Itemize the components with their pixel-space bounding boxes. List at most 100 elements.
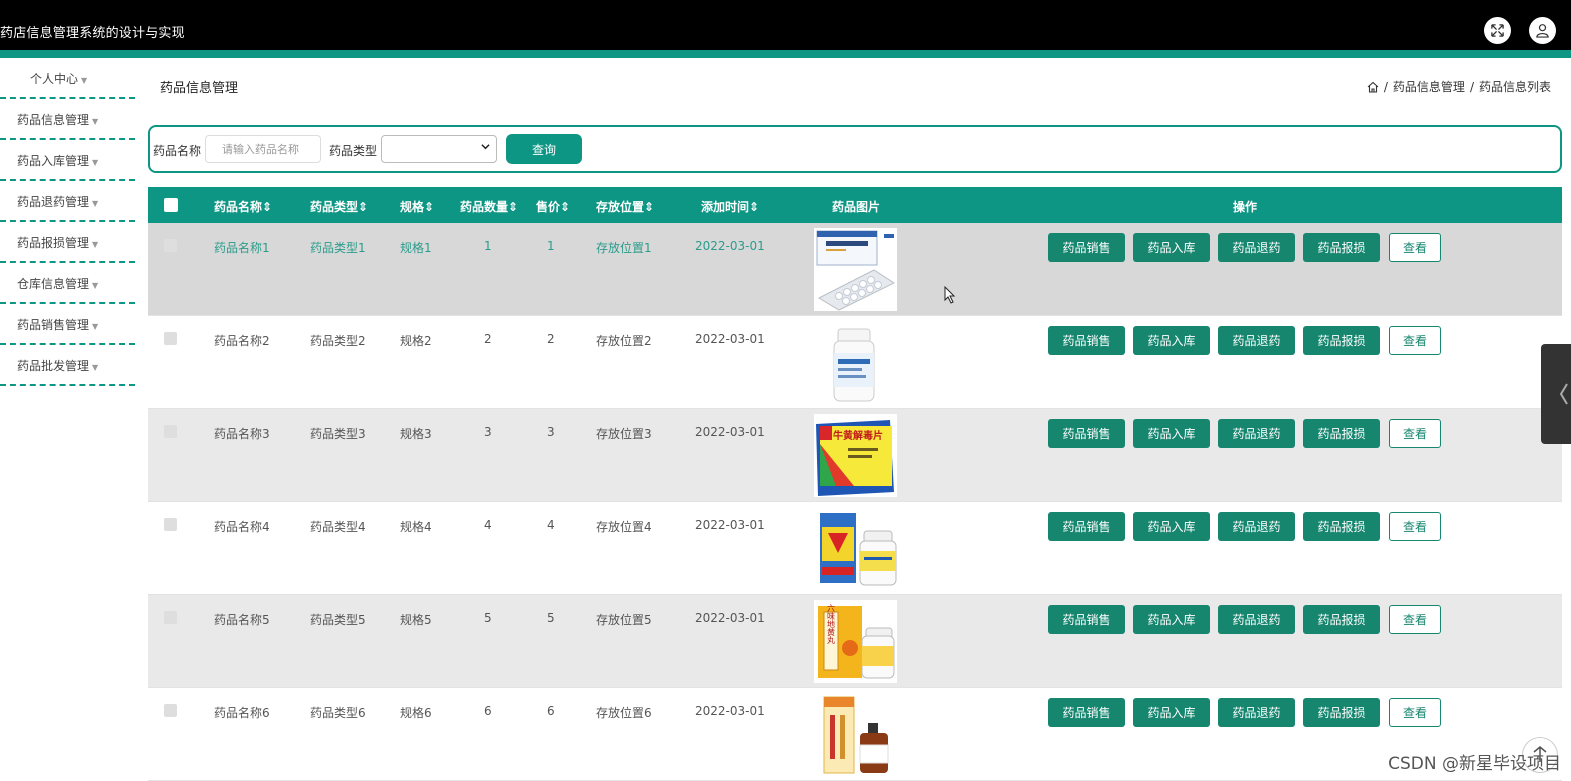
stock-in-button[interactable]: 药品入库 xyxy=(1133,419,1210,448)
return-button[interactable]: 药品退药 xyxy=(1218,419,1295,448)
damage-button[interactable]: 药品报损 xyxy=(1303,605,1380,634)
row-checkbox[interactable] xyxy=(164,518,177,531)
sidebar-item-warehouse[interactable]: 仓库信息管理 ▼ xyxy=(0,263,135,304)
drug-type-select[interactable] xyxy=(381,135,497,163)
cell-time: 2022-03-01 xyxy=(695,425,765,439)
view-button[interactable]: 查看 xyxy=(1389,605,1441,634)
cell-qty: 5 xyxy=(484,611,492,625)
home-icon[interactable] xyxy=(1367,81,1379,93)
return-button[interactable]: 药品退药 xyxy=(1218,233,1295,262)
column-header-image: 药品图片 xyxy=(832,200,881,214)
cell-type: 药品类型5 xyxy=(310,613,366,627)
row-checkbox[interactable] xyxy=(164,704,177,717)
damage-button[interactable]: 药品报损 xyxy=(1303,326,1380,355)
sidebar-item-label: 药品信息管理 xyxy=(17,113,90,127)
cell-price: 3 xyxy=(547,425,555,439)
sell-button[interactable]: 药品销售 xyxy=(1048,419,1125,448)
sidebar-item-personal-center[interactable]: 个人中心 ▼ xyxy=(0,58,135,99)
cell-qty: 1 xyxy=(484,239,492,253)
table-row[interactable]: 药品名称2 药品类型2 规格2 2 2 存放位置2 2022-03-01 药品销… xyxy=(148,316,1562,409)
table-row[interactable]: 药品名称6 药品类型6 规格6 6 6 存放位置6 2022-03-01 药品销… xyxy=(148,688,1562,781)
sidebar-item-drug-info[interactable]: 药品信息管理 ▼ xyxy=(0,99,135,140)
cell-time: 2022-03-01 xyxy=(695,611,765,625)
damage-button[interactable]: 药品报损 xyxy=(1303,698,1380,727)
cell-type: 药品类型6 xyxy=(310,706,366,720)
sort-icon: ⇕ xyxy=(749,200,760,214)
table-row[interactable]: 药品名称4 药品类型4 规格4 4 4 存放位置4 2022-03-01 药品销… xyxy=(148,502,1562,595)
view-button[interactable]: 查看 xyxy=(1389,233,1441,262)
row-checkbox[interactable] xyxy=(164,239,177,252)
sidebar-item-label: 药品批发管理 xyxy=(17,359,90,373)
table-row[interactable]: 药品名称3 药品类型3 规格3 3 3 存放位置3 2022-03-01 牛黄解… xyxy=(148,409,1562,502)
sell-button[interactable]: 药品销售 xyxy=(1048,233,1125,262)
caret-down-icon: ▼ xyxy=(92,363,99,372)
sell-button[interactable]: 药品销售 xyxy=(1048,512,1125,541)
column-header-spec[interactable]: 规格⇕ xyxy=(400,198,434,215)
sort-icon: ⇕ xyxy=(560,200,571,214)
stock-in-button[interactable]: 药品入库 xyxy=(1133,605,1210,634)
stock-in-button[interactable]: 药品入库 xyxy=(1133,326,1210,355)
sidebar-item-drug-stock-in[interactable]: 药品入库管理 ▼ xyxy=(0,140,135,181)
fullscreen-button[interactable] xyxy=(1484,17,1511,44)
column-header-qty[interactable]: 药品数量⇕ xyxy=(460,198,518,215)
row-checkbox[interactable] xyxy=(164,611,177,624)
cell-name: 药品名称3 xyxy=(214,427,270,441)
row-checkbox[interactable] xyxy=(164,332,177,345)
sort-icon: ⇕ xyxy=(424,200,435,214)
chevron-left-icon xyxy=(1559,383,1568,405)
cell-qty: 4 xyxy=(484,518,492,532)
view-button[interactable]: 查看 xyxy=(1389,326,1441,355)
sidebar-item-drug-damage[interactable]: 药品报损管理 ▼ xyxy=(0,222,135,263)
sell-button[interactable]: 药品销售 xyxy=(1048,698,1125,727)
select-all-checkbox[interactable] xyxy=(164,198,178,212)
expand-icon xyxy=(1491,24,1504,37)
column-header-location[interactable]: 存放位置⇕ xyxy=(596,198,654,215)
caret-down-icon: ▼ xyxy=(92,158,99,167)
breadcrumb-item[interactable]: 药品信息管理 xyxy=(1393,78,1465,95)
drug-name-input[interactable] xyxy=(205,135,321,163)
cell-spec: 规格5 xyxy=(400,613,432,627)
damage-button[interactable]: 药品报损 xyxy=(1303,512,1380,541)
sidebar-item-drug-sales[interactable]: 药品销售管理 ▼ xyxy=(0,304,135,345)
table-row[interactable]: 药品名称1 药品类型1 规格1 1 1 存放位置1 2022-03-01 药品销… xyxy=(148,223,1562,316)
return-button[interactable]: 药品退药 xyxy=(1218,698,1295,727)
view-button[interactable]: 查看 xyxy=(1389,698,1441,727)
cell-location: 存放位置5 xyxy=(596,613,652,627)
sidebar-item-label: 药品报损管理 xyxy=(17,236,90,250)
return-button[interactable]: 药品退药 xyxy=(1218,326,1295,355)
cell-price: 5 xyxy=(547,611,555,625)
breadcrumb-separator: / xyxy=(1469,79,1474,94)
sidebar-item-drug-return[interactable]: 药品退药管理 ▼ xyxy=(0,181,135,222)
column-header-time[interactable]: 添加时间⇕ xyxy=(701,198,759,215)
view-button[interactable]: 查看 xyxy=(1389,512,1441,541)
return-button[interactable]: 药品退药 xyxy=(1218,512,1295,541)
column-header-price[interactable]: 售价⇕ xyxy=(536,198,570,215)
cell-price: 2 xyxy=(547,332,555,346)
sell-button[interactable]: 药品销售 xyxy=(1048,605,1125,634)
stock-in-button[interactable]: 药品入库 xyxy=(1133,233,1210,262)
package-label: 牛黄解毒片 xyxy=(833,429,883,442)
column-header-name[interactable]: 药品名称⇕ xyxy=(214,198,272,215)
row-actions: 药品销售 药品入库 药品退药 药品报损 查看 xyxy=(1048,233,1441,262)
caret-down-icon: ▼ xyxy=(92,199,99,208)
view-button[interactable]: 查看 xyxy=(1389,419,1441,448)
return-button[interactable]: 药品退药 xyxy=(1218,605,1295,634)
side-drawer-tab[interactable] xyxy=(1541,344,1571,444)
column-header-type[interactable]: 药品类型⇕ xyxy=(310,198,368,215)
damage-button[interactable]: 药品报损 xyxy=(1303,233,1380,262)
drug-image xyxy=(814,228,897,311)
damage-button[interactable]: 药品报损 xyxy=(1303,419,1380,448)
cell-time: 2022-03-01 xyxy=(695,332,765,346)
query-button[interactable]: 查询 xyxy=(506,134,582,164)
row-checkbox[interactable] xyxy=(164,425,177,438)
sidebar-item-drug-wholesale[interactable]: 药品批发管理 ▼ xyxy=(0,345,135,386)
breadcrumb-separator: / xyxy=(1383,79,1388,94)
cell-type: 药品类型2 xyxy=(310,334,366,348)
sell-button[interactable]: 药品销售 xyxy=(1048,326,1125,355)
cell-spec: 规格6 xyxy=(400,706,432,720)
stock-in-button[interactable]: 药品入库 xyxy=(1133,512,1210,541)
stock-in-button[interactable]: 药品入库 xyxy=(1133,698,1210,727)
cell-qty: 3 xyxy=(484,425,492,439)
table-row[interactable]: 药品名称5 药品类型5 规格5 5 5 存放位置5 2022-03-01 六味地… xyxy=(148,595,1562,688)
user-button[interactable] xyxy=(1529,17,1556,44)
